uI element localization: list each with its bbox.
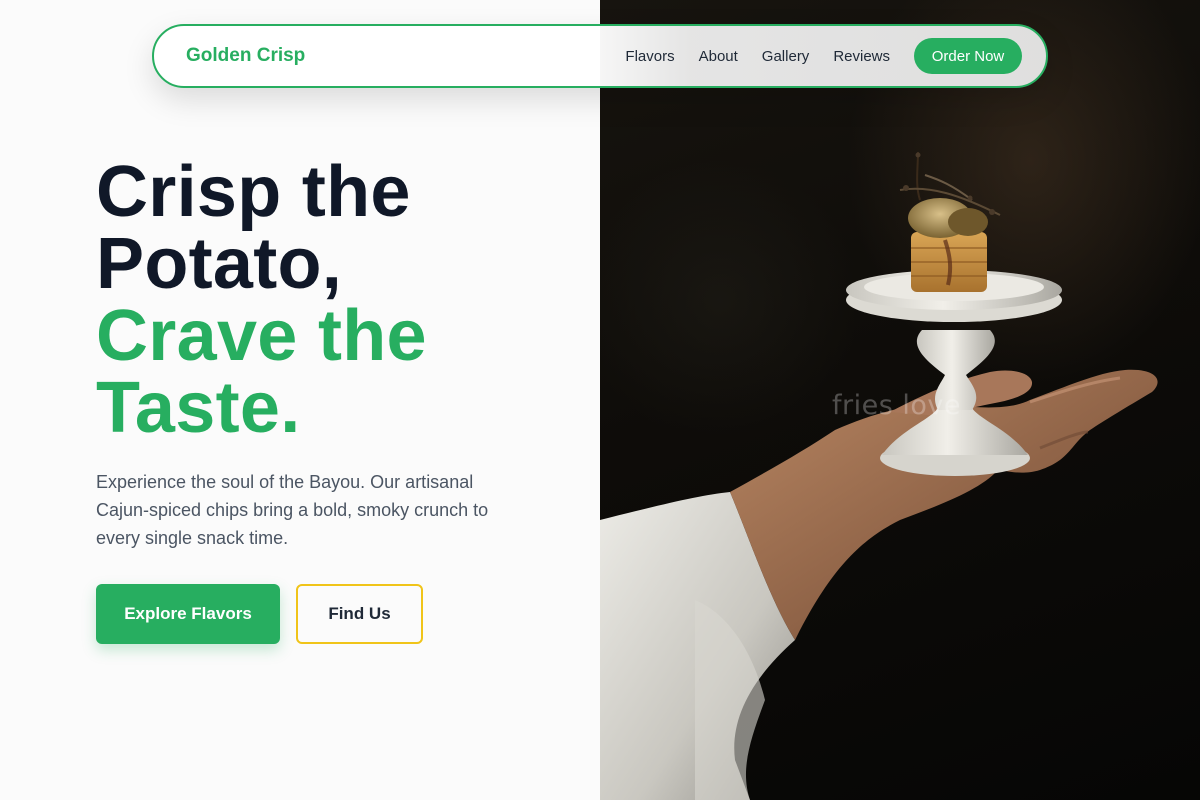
hero-title-accent-line-2: Taste.	[96, 368, 301, 448]
nav-link-about[interactable]: About	[699, 48, 738, 65]
brand-logo-link[interactable]: Golden Crisp	[186, 45, 305, 67]
hero-description: Experience the soul of the Bayou. Our ar…	[96, 472, 489, 548]
nav-links: Flavors About Gallery Reviews Order Now	[625, 38, 1022, 74]
nav-link-flavors[interactable]: Flavors	[625, 48, 674, 65]
top-navigation: Golden Crisp Flavors About Gallery Revie…	[152, 24, 1048, 88]
nav-link-gallery[interactable]: Gallery	[762, 48, 810, 65]
landing-page: fries love Golden Crisp Flavors About Ga…	[0, 0, 1200, 800]
hero-title-line-2: Potato,	[96, 224, 343, 304]
photo-watermark: fries love	[832, 390, 961, 421]
explore-flavors-button[interactable]: Explore Flavors	[96, 584, 280, 644]
hero-photo: fries love	[600, 0, 1200, 800]
find-us-button[interactable]: Find Us	[296, 584, 423, 644]
order-now-button[interactable]: Order Now	[914, 38, 1022, 74]
hero-title-accent-line-1: Crave the	[96, 296, 427, 376]
hero-title-line-1: Crisp the	[96, 152, 411, 232]
nav-link-reviews[interactable]: Reviews	[833, 48, 890, 65]
hero-title: Crisp the Potato, Crave the Taste.	[96, 156, 556, 444]
